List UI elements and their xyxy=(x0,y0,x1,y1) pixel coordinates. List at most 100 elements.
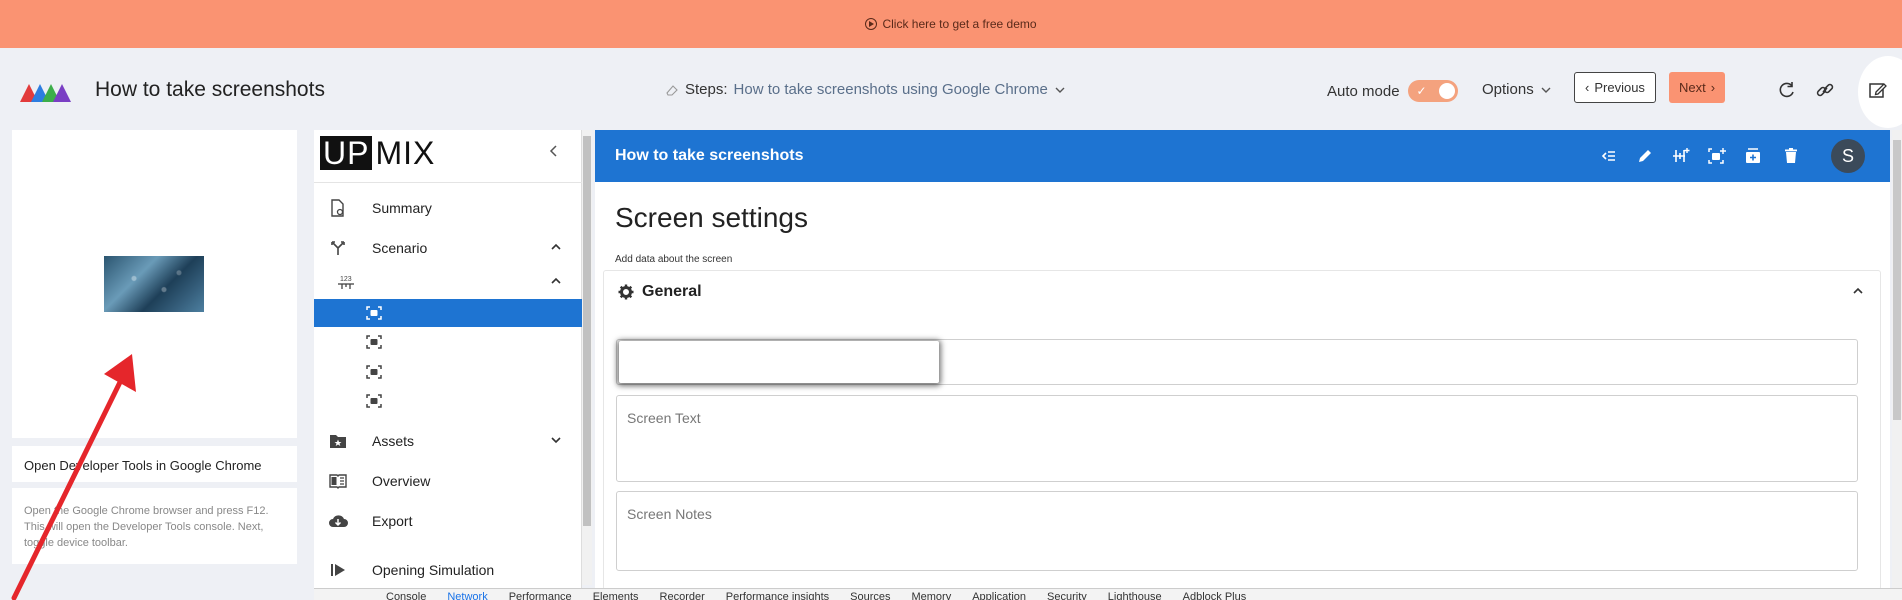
sidebar-item-screen-3[interactable] xyxy=(314,357,582,387)
folder-star-icon xyxy=(328,431,348,451)
previous-button[interactable]: ‹ Previous xyxy=(1574,72,1656,103)
options-menu[interactable]: Options xyxy=(1482,81,1552,98)
devtools-tab[interactable]: Performance insights xyxy=(726,591,829,600)
scrollbar-thumb[interactable] xyxy=(583,136,591,526)
chevron-down-icon[interactable] xyxy=(550,434,562,448)
sidebar-item-opening-simulation[interactable]: Opening Simulation xyxy=(314,555,582,585)
devtools-tab[interactable]: Network xyxy=(447,591,487,600)
demo-banner[interactable]: Click here to get a free demo xyxy=(0,0,1902,48)
sidebar-item-steps[interactable]: 123 xyxy=(314,267,582,297)
brand-mix: MIX xyxy=(375,134,436,171)
step-preview-card[interactable]: Open Developer Tools in Google Chrome Op… xyxy=(12,130,297,564)
screen-notes-field[interactable] xyxy=(616,491,1858,571)
sidebar-item-assets[interactable]: Assets xyxy=(314,426,582,456)
auto-mode-toggle[interactable]: ✓ xyxy=(1407,80,1458,102)
scrollbar-thumb[interactable] xyxy=(1893,140,1901,420)
sidebar-item-summary[interactable]: Summary xyxy=(314,193,582,223)
devtools-tabbar: Console Network Performance Elements Rec… xyxy=(314,588,1902,600)
app-logo xyxy=(20,84,71,102)
devtools-tab[interactable]: Memory xyxy=(911,591,951,600)
sidebar-item-label: Opening Simulation xyxy=(372,562,495,578)
auto-mode: Auto mode ✓ xyxy=(1327,80,1458,102)
screenshot-icon xyxy=(364,391,384,411)
sidebar-item-label: Assets xyxy=(372,433,415,449)
auto-mode-label: Auto mode xyxy=(1327,82,1400,100)
screen-text-field[interactable] xyxy=(616,395,1858,482)
check-icon: ✓ xyxy=(1416,84,1427,98)
page-title: Screen settings xyxy=(615,202,808,233)
edit-button[interactable] xyxy=(1858,56,1902,128)
sidebar-item-screen-1[interactable] xyxy=(314,299,582,327)
screenshot-icon xyxy=(364,303,384,323)
play-bar-icon xyxy=(328,560,348,580)
devtools-tab[interactable]: Recorder xyxy=(660,591,705,600)
add-screenshot-icon[interactable] xyxy=(1707,146,1727,166)
options-label[interactable]: Options xyxy=(1482,81,1534,98)
edit-icon xyxy=(1869,83,1887,98)
indent-list-icon[interactable] xyxy=(1599,146,1619,166)
screenshot-icon xyxy=(364,362,384,382)
screen-name-field[interactable] xyxy=(616,339,1858,385)
collapse-sidebar-button[interactable] xyxy=(548,144,560,162)
devtools-tab[interactable]: Performance xyxy=(509,591,572,600)
steps-label: Steps: xyxy=(685,81,728,98)
screen-name-input[interactable] xyxy=(619,341,939,383)
sidebar-item-export[interactable]: Export xyxy=(314,506,582,536)
gear-icon xyxy=(618,284,634,300)
fork-icon xyxy=(328,238,348,258)
chevron-left-icon: ‹ xyxy=(1585,80,1590,95)
chevron-down-icon xyxy=(1541,87,1551,93)
add-layer-icon[interactable] xyxy=(1743,146,1763,166)
link-icon[interactable] xyxy=(1815,80,1835,100)
devtools-tab[interactable]: Elements xyxy=(593,591,639,600)
next-label: Next xyxy=(1679,80,1706,95)
numbered-steps-icon: 123 xyxy=(336,272,356,292)
sidebar-scrollbar[interactable] xyxy=(582,130,592,585)
page-scrollbar[interactable] xyxy=(1892,130,1902,590)
pencil-icon[interactable] xyxy=(1635,146,1655,166)
devtools-tab[interactable]: Lighthouse xyxy=(1108,591,1162,600)
sidebar-item-label: Overview xyxy=(372,473,431,489)
sidebar-item-scenario[interactable]: Scenario xyxy=(314,233,582,263)
chevron-left-icon xyxy=(549,145,557,157)
previous-label: Previous xyxy=(1594,80,1645,95)
avatar[interactable]: S xyxy=(1831,139,1865,173)
chevron-up-icon[interactable] xyxy=(550,275,562,289)
card-divider xyxy=(12,438,297,446)
brand-up: UP xyxy=(320,136,373,170)
general-panel: General xyxy=(603,270,1881,590)
play-circle-icon xyxy=(865,18,878,30)
sidebar-item-label: Scenario xyxy=(372,240,428,256)
content-toolbar: How to take screenshots S xyxy=(595,130,1890,182)
svg-text:123: 123 xyxy=(340,276,352,283)
general-section-header[interactable]: General xyxy=(618,283,702,301)
steps-value[interactable]: How to take screenshots using Google Chr… xyxy=(734,81,1048,98)
sidebar-item-label: Summary xyxy=(372,200,432,216)
sidebar-item-screen-4[interactable] xyxy=(314,386,582,416)
section-title: General xyxy=(642,283,702,300)
step-thumbnail[interactable] xyxy=(104,256,204,312)
devtools-tab[interactable]: Console xyxy=(386,591,426,600)
chevron-up-icon[interactable] xyxy=(550,241,562,255)
sidebar: UP MIX Summary Scenario 123 Assets Overv… xyxy=(314,130,582,590)
sidebar-item-screen-2[interactable] xyxy=(314,327,582,357)
sidebar-item-label: Export xyxy=(372,513,413,529)
app-header: How to take screenshots Steps: How to ta… xyxy=(0,48,1902,130)
trash-icon[interactable] xyxy=(1781,146,1801,166)
refresh-icon[interactable] xyxy=(1777,80,1797,100)
next-button[interactable]: Next › xyxy=(1669,72,1726,103)
sidebar-item-overview[interactable]: Overview xyxy=(314,466,582,496)
demo-banner-text[interactable]: Click here to get a free demo xyxy=(882,17,1036,31)
devtools-tab[interactable]: Security xyxy=(1047,591,1087,600)
add-steps-icon[interactable] xyxy=(1671,146,1691,166)
chevron-up-icon[interactable] xyxy=(1852,285,1864,299)
app-title: How to take screenshots xyxy=(95,78,325,101)
chevron-down-icon xyxy=(1055,87,1065,93)
content-title: How to take screenshots xyxy=(615,147,804,164)
steps-selector[interactable]: Steps: How to take screenshots using Goo… xyxy=(665,81,1066,98)
devtools-tab[interactable]: Sources xyxy=(850,591,890,600)
upmix-logo: UP MIX xyxy=(320,134,436,171)
document-gear-icon xyxy=(328,198,348,218)
devtools-tab[interactable]: Adblock Plus xyxy=(1183,591,1247,600)
devtools-tab[interactable]: Application xyxy=(972,591,1026,600)
